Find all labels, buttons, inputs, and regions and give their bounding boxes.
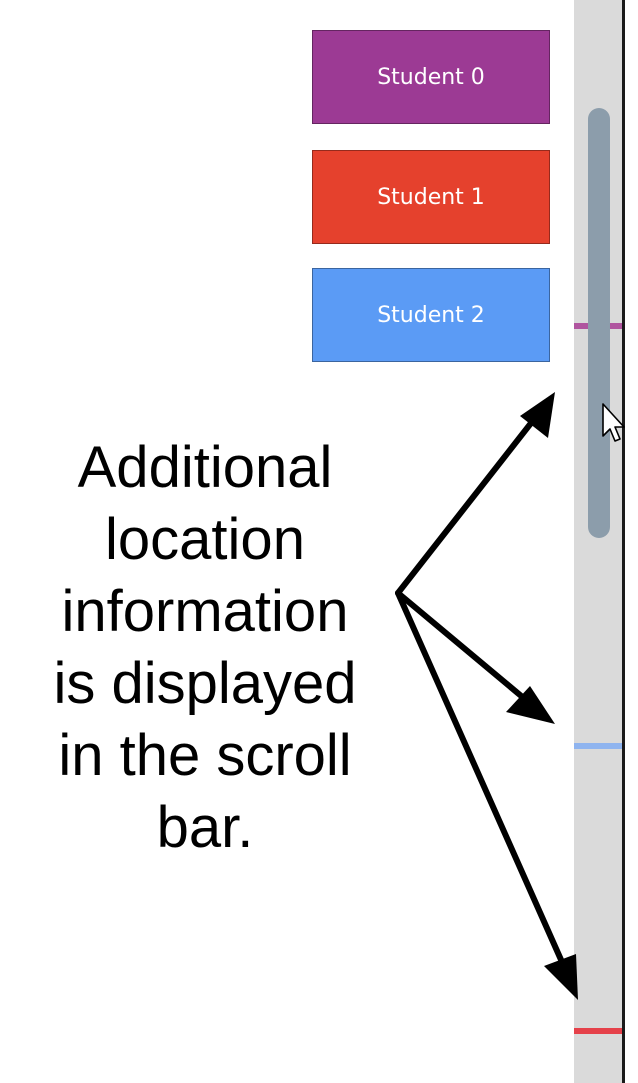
arrow-icon xyxy=(395,415,565,965)
student-0-button[interactable]: Student 0 xyxy=(312,30,550,124)
annotation-line: information xyxy=(61,579,349,644)
scrollbar-border xyxy=(622,0,625,1083)
annotation-line: bar. xyxy=(156,795,254,860)
annotation-text: Additional location information is displ… xyxy=(10,432,400,864)
annotation-line: Additional xyxy=(77,435,333,500)
scrollbar-thumb[interactable] xyxy=(588,108,610,538)
mouse-pointer-icon xyxy=(602,403,625,442)
annotation-line: location xyxy=(105,507,305,572)
student-1-button[interactable]: Student 1 xyxy=(312,150,550,244)
student-2-scroll-marker xyxy=(574,743,622,749)
annotation-line: is displayed xyxy=(53,651,357,716)
arrow-icon xyxy=(520,392,555,438)
arrow-icon xyxy=(506,686,555,724)
student-1-scroll-marker xyxy=(574,1028,622,1034)
student-2-button[interactable]: Student 2 xyxy=(312,268,550,362)
arrow-icon xyxy=(544,954,578,1000)
annotation-line: in the scroll xyxy=(58,723,352,788)
